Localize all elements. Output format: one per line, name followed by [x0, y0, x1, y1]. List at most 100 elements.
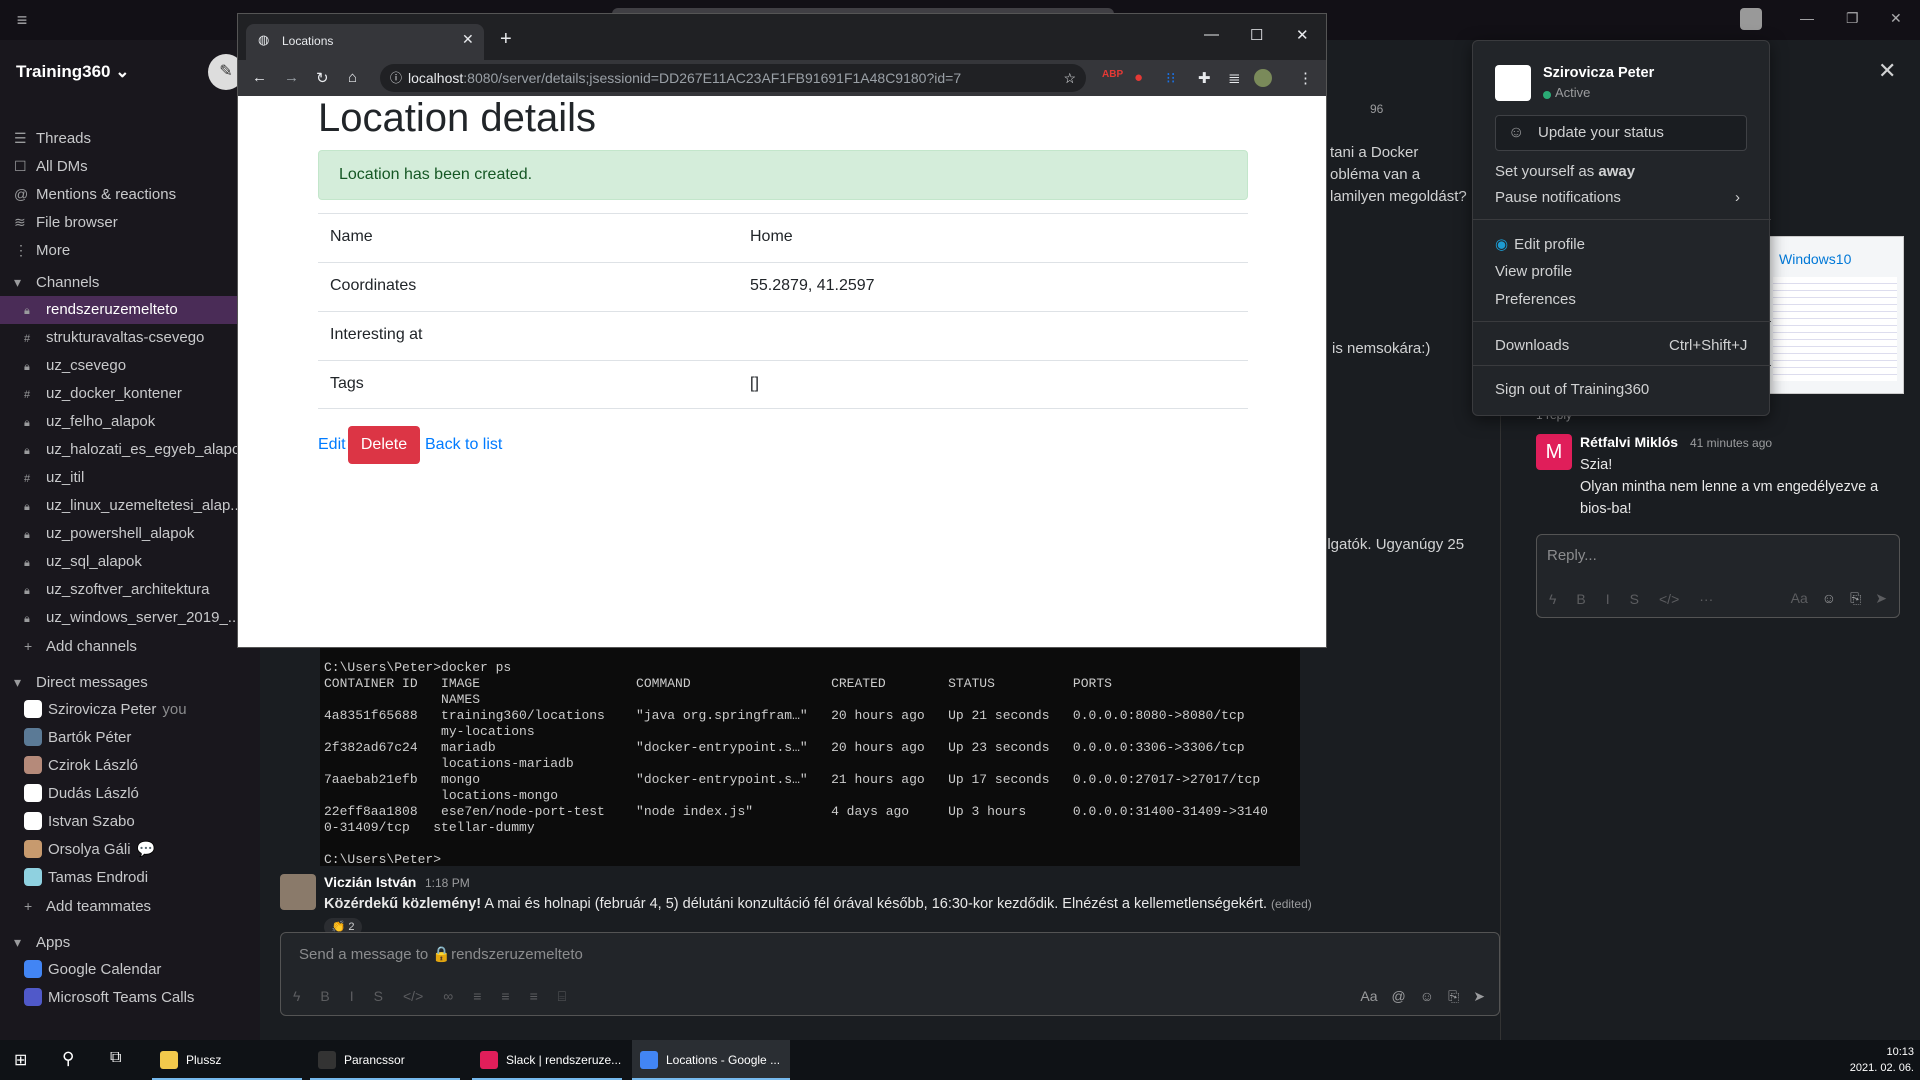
- reply-composer[interactable]: Reply... ϟ B I S </> ··· Aa ☺ ⎘ ➤: [1536, 534, 1900, 618]
- sidebar-item-channel[interactable]: 🔒︎ rendszeruzemelteto: [0, 296, 260, 324]
- close-thread-icon[interactable]: ✕: [1878, 58, 1896, 84]
- sidebar-item-dm[interactable]: Tamas Endrodi: [0, 864, 260, 892]
- user-avatar[interactable]: [1740, 8, 1762, 30]
- media-icon[interactable]: ≣: [1228, 69, 1241, 87]
- add-teammates-button[interactable]: + Add teammates: [0, 892, 260, 920]
- downloads-item[interactable]: Downloads Ctrl+Shift+J: [1495, 337, 1755, 354]
- maximize-icon[interactable]: ☐: [1250, 26, 1263, 44]
- minimize-icon[interactable]: —: [1204, 26, 1219, 43]
- image-thumbnail[interactable]: Windows10: [1766, 236, 1904, 394]
- sidebar-item-more[interactable]: ⋮ More: [0, 236, 260, 264]
- system-clock[interactable]: 10:13 2021. 02. 06.: [1840, 1044, 1914, 1076]
- taskbar-app[interactable]: Locations - Google ...: [632, 1040, 790, 1080]
- more-icon[interactable]: ···: [1699, 591, 1713, 607]
- avatar[interactable]: [280, 874, 316, 910]
- sidebar-item-channel[interactable]: 🔒︎ uz_szoftver_architektura: [0, 576, 260, 604]
- sidebar-item-dm[interactable]: ☐ All DMs: [0, 152, 260, 180]
- sidebar-item-dm[interactable]: Szirovicza Peter you: [0, 696, 260, 724]
- new-tab-icon[interactable]: +: [500, 28, 512, 51]
- sidebar-item-dm[interactable]: Czirok László: [0, 752, 260, 780]
- sidebar-item-channel[interactable]: 🔒︎ uz_sql_alapok: [0, 548, 260, 576]
- extension-icon[interactable]: ⁝⁝: [1166, 69, 1176, 87]
- preferences-item[interactable]: Preferences: [1495, 291, 1755, 308]
- sidebar-item-channel[interactable]: 🔒︎ uz_powershell_alapok: [0, 520, 260, 548]
- sidebar-item-app[interactable]: Google Calendar: [0, 956, 260, 984]
- close-tab-icon[interactable]: ✕: [462, 31, 474, 48]
- ordered-list-icon[interactable]: ≡: [473, 988, 481, 1004]
- mention-icon[interactable]: @: [1392, 988, 1406, 1004]
- sidebar-item-threads[interactable]: ☰ Threads: [0, 124, 260, 152]
- profile-avatar[interactable]: [1254, 69, 1272, 87]
- minimize-icon[interactable]: —: [1800, 10, 1814, 26]
- sidebar-item-channel[interactable]: # uz_itil: [0, 464, 260, 492]
- strike-icon[interactable]: S: [374, 988, 383, 1004]
- code-block-icon[interactable]: ⌸: [558, 988, 566, 1004]
- close-window-icon[interactable]: ✕: [1296, 26, 1309, 44]
- sign-out-item[interactable]: Sign out of Training360: [1495, 381, 1755, 398]
- thread-time[interactable]: 41 minutes ago: [1690, 436, 1772, 450]
- sidebar-item-channel[interactable]: 🔒︎ uz_felho_alapok: [0, 408, 260, 436]
- bold-icon[interactable]: B: [1576, 591, 1585, 607]
- channel-member-count[interactable]: 96: [1370, 102, 1383, 116]
- sidebar-item-app[interactable]: Microsoft Teams Calls: [0, 984, 260, 1012]
- send-icon[interactable]: ➤: [1875, 590, 1887, 606]
- sidebar-item-dm[interactable]: Orsolya Gáli 💬: [0, 836, 260, 864]
- format-icon[interactable]: Aa: [1360, 988, 1377, 1004]
- sidebar-item-files[interactable]: ≋ File browser: [0, 208, 260, 236]
- restore-icon[interactable]: ❐: [1846, 10, 1859, 27]
- format-icon[interactable]: Aa: [1791, 590, 1808, 606]
- reload-icon[interactable]: ↻: [316, 69, 329, 87]
- code-icon[interactable]: </>: [403, 988, 423, 1004]
- search-icon[interactable]: ⚲: [62, 1049, 74, 1069]
- sidebar-item-dm[interactable]: Istvan Szabo: [0, 808, 260, 836]
- taskbar-app[interactable]: Plussz: [152, 1040, 302, 1080]
- sidebar-item-at[interactable]: @ Mentions & reactions: [0, 180, 260, 208]
- add-channels-button[interactable]: + Add channels: [0, 632, 260, 660]
- menu-icon[interactable]: ≡: [6, 4, 38, 36]
- message-composer[interactable]: Send a message to 🔒rendszeruzemelteto ϟ B…: [280, 932, 1500, 1016]
- sidebar-item-channel[interactable]: 🔒︎ uz_halozati_es_egyeb_alapo: [0, 436, 260, 464]
- edit-link[interactable]: Edit: [318, 436, 346, 454]
- sidebar-item-channel[interactable]: # uz_docker_kontener: [0, 380, 260, 408]
- thread-author[interactable]: Rétfalvi Miklós: [1580, 434, 1678, 450]
- menu-icon[interactable]: ⋮: [1298, 69, 1313, 87]
- sidebar-item-channel[interactable]: 🔒︎ uz_linux_uzemeltetesi_alap...: [0, 492, 260, 520]
- italic-icon[interactable]: I: [350, 988, 354, 1004]
- task-view-icon[interactable]: ⧉: [110, 1049, 121, 1067]
- message-time[interactable]: 1:18 PM: [425, 876, 470, 890]
- attach-icon[interactable]: ⎘: [1850, 590, 1861, 606]
- workspace-name[interactable]: Training360 ⌄: [16, 62, 129, 82]
- channels-section-header[interactable]: ▾ Channels: [0, 268, 260, 296]
- strike-icon[interactable]: S: [1630, 591, 1639, 607]
- back-icon[interactable]: ←: [252, 69, 267, 86]
- taskbar-app[interactable]: Parancssor: [310, 1040, 460, 1080]
- extension-icon[interactable]: ●: [1134, 69, 1143, 86]
- link-icon[interactable]: ∞: [443, 988, 453, 1004]
- pause-notifications-item[interactable]: Pause notifications ›: [1495, 189, 1755, 206]
- view-profile-item[interactable]: View profile: [1495, 263, 1755, 280]
- shortcuts-icon[interactable]: ϟ: [293, 988, 300, 1004]
- home-icon[interactable]: ⌂: [348, 69, 357, 86]
- send-icon[interactable]: ➤: [1473, 988, 1485, 1004]
- avatar[interactable]: M: [1536, 434, 1572, 470]
- windows-start-icon[interactable]: ⊞: [14, 1050, 27, 1070]
- sidebar-item-dm[interactable]: Bartók Péter: [0, 724, 260, 752]
- update-status-button[interactable]: ☺ Update your status: [1495, 115, 1747, 151]
- quote-icon[interactable]: ≡: [530, 988, 538, 1004]
- close-icon[interactable]: ✕: [1890, 10, 1902, 27]
- tab-locations[interactable]: ◍ Locations ✕: [246, 24, 484, 60]
- back-to-list-link[interactable]: Back to list: [425, 436, 502, 454]
- italic-icon[interactable]: I: [1606, 591, 1610, 607]
- edit-profile-item[interactable]: ◉ Edit profile: [1495, 235, 1755, 253]
- puzzle-icon[interactable]: ✚: [1198, 69, 1211, 87]
- address-bar[interactable]: ⓘ localhost:8080/server/details;jsession…: [380, 64, 1086, 92]
- adblock-icon[interactable]: ABP: [1102, 69, 1123, 80]
- attach-icon[interactable]: ⎘: [1448, 988, 1459, 1004]
- sidebar-item-channel[interactable]: 🔒︎ uz_csevego: [0, 352, 260, 380]
- dm-section-header[interactable]: ▾ Direct messages: [0, 668, 260, 696]
- shortcuts-icon[interactable]: ϟ: [1549, 591, 1556, 607]
- sidebar-item-channel[interactable]: 🔒︎ uz_windows_server_2019_...: [0, 604, 260, 632]
- star-icon[interactable]: ☆: [1063, 64, 1076, 92]
- message-author[interactable]: Viczián István: [324, 874, 416, 890]
- sidebar-item-dm[interactable]: Dudás László: [0, 780, 260, 808]
